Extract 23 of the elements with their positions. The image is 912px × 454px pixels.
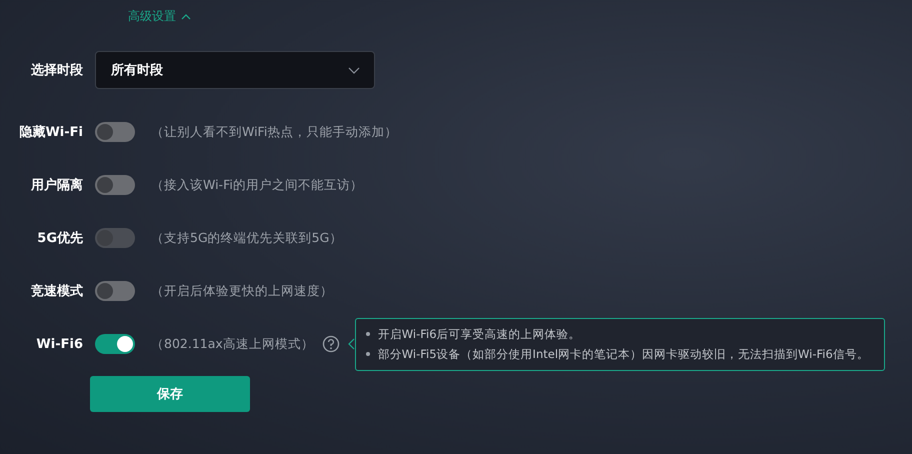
setting-hint: （802.11ax高速上网模式） [151,336,314,352]
setting-label: 5G优先 [36,230,83,247]
field-label: 选择时段 [30,62,83,79]
toggle-switch[interactable] [95,122,135,142]
tooltip-text: 开启Wi-Fi6后可享受高速的上网体验。 [378,326,581,342]
setting-hint: （接入该Wi-Fi的用户之间不能互访） [151,176,363,194]
toggle-switch[interactable] [95,281,135,301]
advanced-settings-link[interactable]: 高级设置 [128,8,191,25]
toggle-switch[interactable] [95,334,135,354]
setting-hint: （支持5G的终端优先关联到5G） [151,230,342,246]
setting-label: 隐藏Wi-Fi [18,124,83,141]
help-icon[interactable] [322,335,340,353]
bullet-dot [366,332,370,336]
setting-label: 用户隔离 [30,176,83,194]
toggle-switch[interactable] [95,175,135,195]
save-button[interactable]: 保存 [90,376,250,412]
setting-label: 竞速模式 [30,282,83,300]
time-period-dropdown[interactable]: 所有时段 [95,51,375,89]
setting-label: Wi-Fi6 [35,336,83,352]
tooltip-text: 部分Wi-Fi5设备（如部分使用Intel网卡的笔记本）因网卡驱动较旧，无法扫描到Wi-Fi6信号。 [378,346,869,362]
setting-hint: （让别人看不到WiFi热点，只能手动添加） [151,124,398,140]
setting-hint: （开启后体验更快的上网速度） [151,282,333,300]
bullet-dot [366,352,370,356]
